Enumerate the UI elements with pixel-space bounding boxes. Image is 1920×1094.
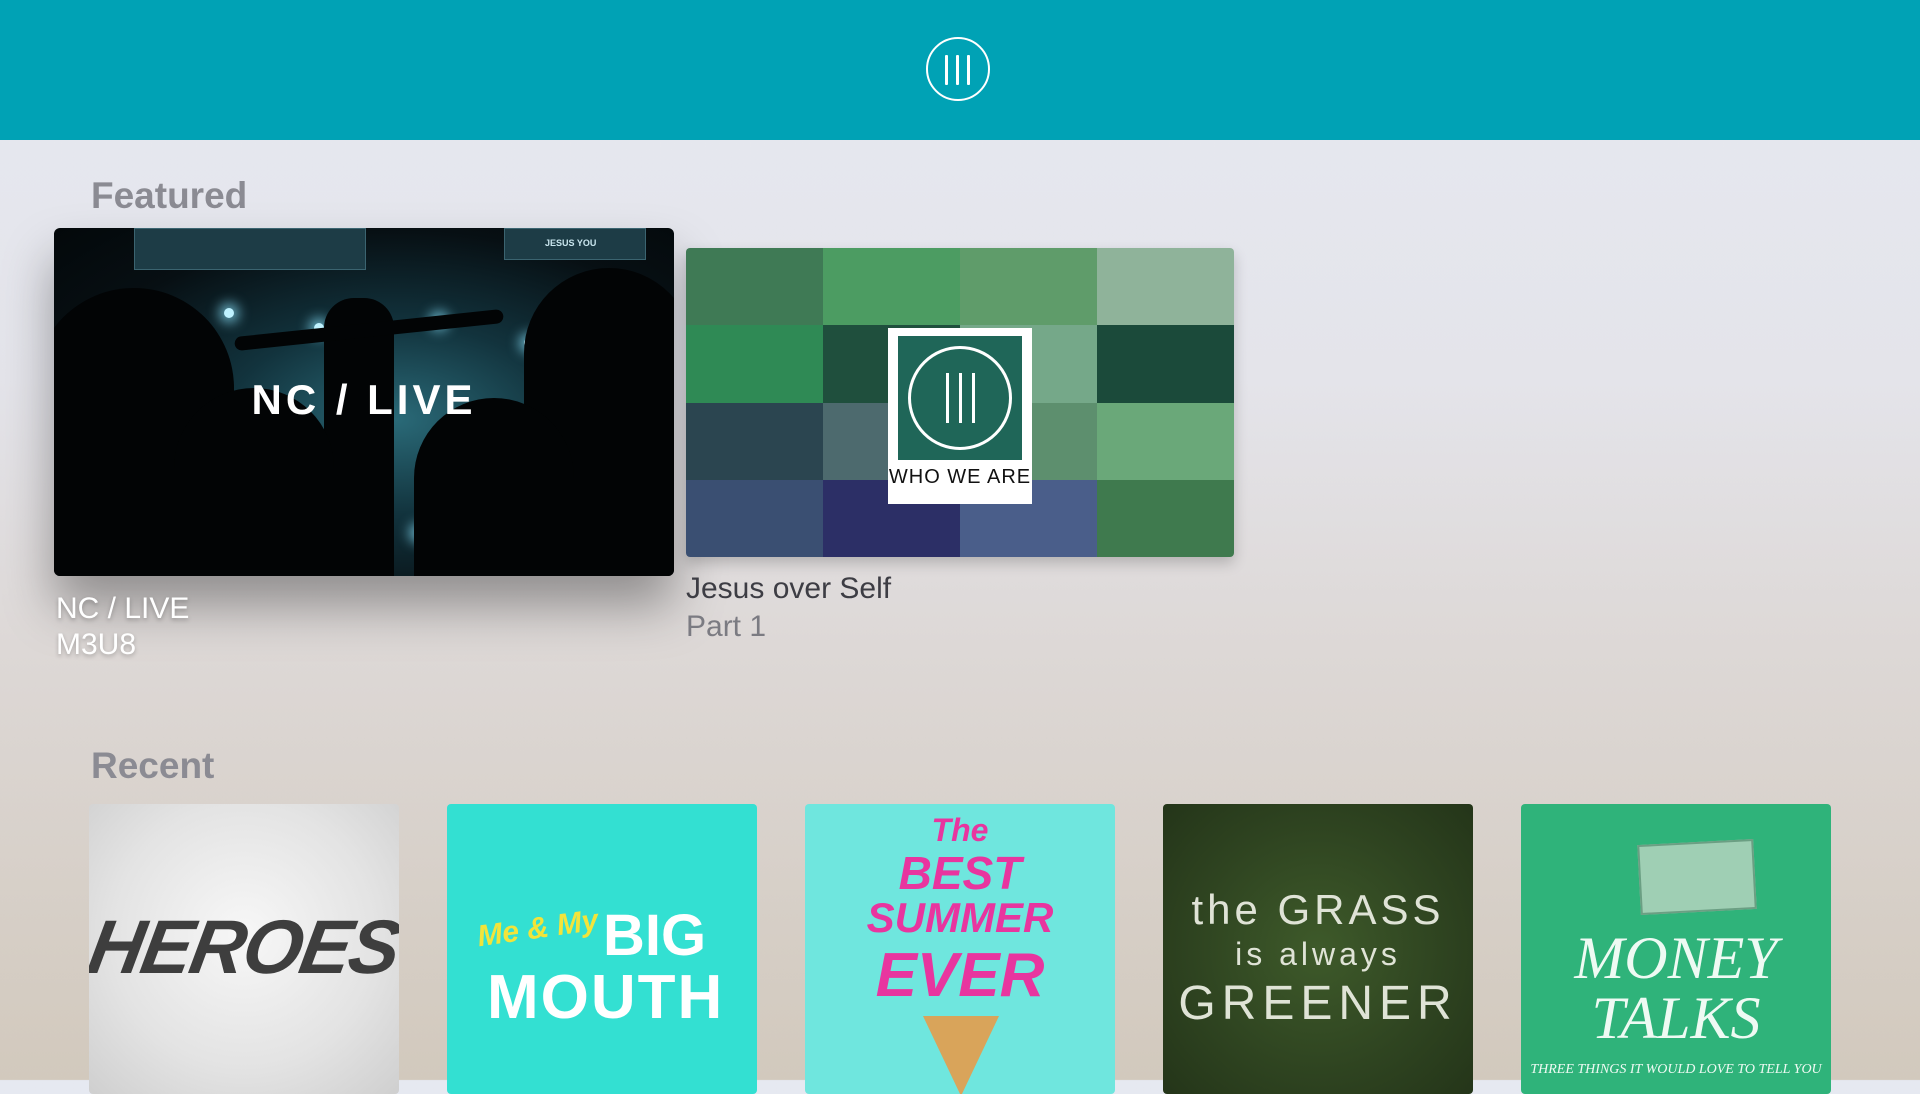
featured-card-who-we-are[interactable]: WHO WE ARE — [686, 248, 1234, 557]
recent-section-title: Recent — [91, 745, 215, 786]
logo-bar — [959, 373, 962, 423]
featured-item-subtitle: Part 1 — [686, 610, 767, 643]
church-logo-icon — [908, 346, 1012, 450]
summer-text-4: EVER — [875, 941, 1045, 1010]
who-we-are-badge: WHO WE ARE — [888, 328, 1032, 504]
summer-text-3: SUMMER — [866, 894, 1054, 941]
stage-screen-text: JESUS YOU — [545, 238, 597, 248]
featured-item-subtitle: M3U8 — [56, 628, 137, 661]
featured-section-title: Featured — [91, 175, 248, 216]
money-text-3: THREE THINGS IT WOULD LOVE TO TELL YOU — [1530, 1062, 1822, 1077]
photo-tile — [960, 248, 1097, 326]
top-bar — [0, 0, 1920, 140]
logo-bar — [946, 373, 949, 423]
photo-tile — [686, 479, 823, 557]
big-mouth-text-2: MOUTH — [487, 963, 725, 1032]
logo-bar — [967, 55, 970, 85]
who-we-are-logo-box — [898, 336, 1022, 460]
stage-screen-right: JESUS YOU — [504, 228, 646, 260]
featured-item-title: NC / LIVE — [56, 592, 190, 625]
money-text-1: MONEY — [1574, 925, 1778, 991]
who-we-are-label: WHO WE ARE — [888, 466, 1032, 488]
featured-item-title: Jesus over Self — [686, 572, 892, 605]
photo-tile — [686, 402, 823, 480]
photo-tile — [1097, 479, 1234, 557]
recent-card-heroes[interactable]: HEROES — [89, 804, 399, 1094]
featured-card-nc-live[interactable]: JESUS YOU NC / LIVE — [54, 228, 674, 576]
big-mouth-text-1: BIG — [603, 903, 707, 968]
dollar-bill-icon — [1637, 839, 1757, 915]
summer-text-1: The — [931, 812, 989, 848]
photo-tile — [1097, 402, 1234, 480]
logo-bar — [945, 55, 948, 85]
photo-tile — [823, 248, 960, 326]
grass-text-2: is always — [1235, 936, 1401, 972]
grass-text-1: the GRASS — [1191, 886, 1445, 933]
church-logo-icon[interactable] — [926, 37, 990, 101]
photo-tile — [686, 325, 823, 403]
recent-card-money-talks[interactable]: MONEY TALKS THREE THINGS IT WOULD LOVE T… — [1521, 804, 1831, 1094]
logo-bar — [956, 55, 959, 85]
recent-card-grass-is-greener[interactable]: the GRASS is always GREENER — [1163, 804, 1473, 1094]
grass-text-3: GREENER — [1178, 977, 1458, 1030]
heroes-artwork-text: HEROES — [89, 905, 399, 990]
logo-bar — [972, 373, 975, 423]
photo-tile — [686, 248, 823, 326]
nc-live-artwork-title: NC / LIVE — [251, 376, 477, 423]
big-mouth-small-text: Me & My — [475, 903, 601, 954]
stage-light — [224, 308, 234, 318]
recent-card-best-summer-ever[interactable]: The BEST SUMMER EVER — [805, 804, 1115, 1094]
crowd-silhouette — [414, 398, 574, 576]
recent-card-big-mouth[interactable]: Me & My BIG MOUTH — [447, 804, 757, 1094]
photo-tile — [1097, 325, 1234, 403]
photo-tile — [1097, 248, 1234, 326]
ice-cream-cone — [923, 1016, 999, 1094]
stage-screen-left — [134, 228, 366, 270]
money-text-2: TALKS — [1591, 985, 1761, 1051]
summer-text-2: BEST — [898, 847, 1022, 899]
